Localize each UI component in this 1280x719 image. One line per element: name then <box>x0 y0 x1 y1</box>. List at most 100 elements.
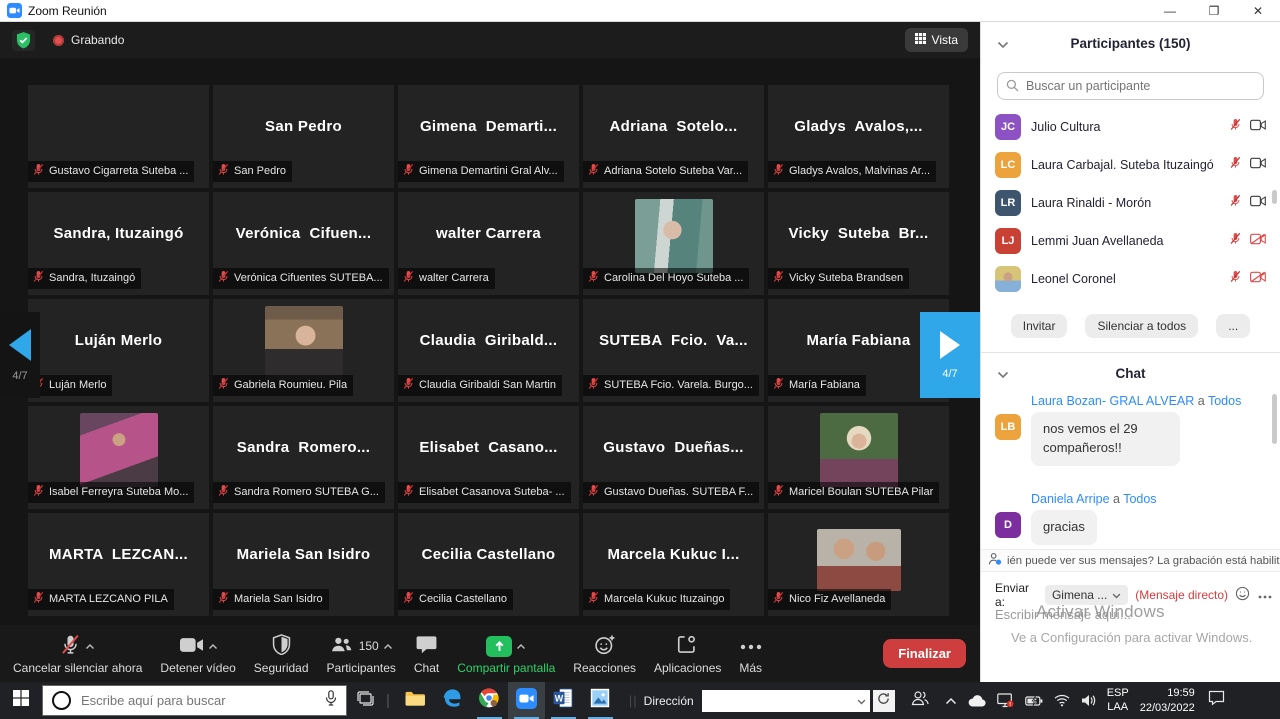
toolbar-button-seguridad[interactable]: Seguridad <box>245 625 318 682</box>
participant-tile[interactable]: Isabel Ferreyra Suteba Mo... <box>28 406 209 509</box>
message-recipient[interactable]: Todos <box>1123 492 1156 506</box>
participant-tile[interactable]: Gustavo Cigarreta Suteba ... <box>28 85 209 188</box>
view-button[interactable]: Vista <box>905 28 968 52</box>
participant-list-item[interactable]: LR Laura Rinaldi - Morón <box>981 184 1280 222</box>
participant-tile[interactable]: Cecilia Castellano Cecilia Castellano <box>398 513 579 616</box>
participant-tile[interactable]: Gustavo Dueñas... Gustavo Dueñas. SUTEBA… <box>583 406 764 509</box>
chevron-up-icon[interactable] <box>85 639 95 653</box>
mic-muted-icon <box>1229 232 1242 250</box>
toolbar-button-aplicaciones[interactable]: Aplicaciones <box>645 625 730 682</box>
participant-name-text: SUTEBA Fcio. Varela. Burgo... <box>604 379 753 391</box>
task-view-button[interactable] <box>347 682 383 719</box>
display-alert-icon[interactable]: ! <box>997 693 1014 708</box>
participant-name-text: Gimena Demartini Gral Alv... <box>419 165 558 177</box>
mic-muted-icon <box>587 270 600 286</box>
chevron-up-icon[interactable] <box>208 639 218 653</box>
chevron-down-icon[interactable] <box>857 692 866 710</box>
recipient-dropdown[interactable]: Gimena ... <box>1045 585 1128 605</box>
taskbar-app-zoomapp[interactable] <box>508 682 545 719</box>
chevron-up-icon[interactable] <box>945 697 957 705</box>
recording-dot-icon <box>53 35 64 46</box>
participant-tile[interactable]: Gimena Demarti... Gimena Demartini Gral … <box>398 85 579 188</box>
previous-page-button[interactable]: 4/7 <box>0 312 40 398</box>
next-page-button[interactable]: 4/7 <box>920 312 980 398</box>
participant-tile[interactable]: Elisabet Casano... Elisabet Casanova Sut… <box>398 406 579 509</box>
participant-tile[interactable]: Claudia Giribald... Claudia Giribaldi Sa… <box>398 299 579 402</box>
participant-tile[interactable]: Gabriela Roumieu. Pila <box>213 299 394 402</box>
participant-tile[interactable]: SUTEBA Fcio. Va... SUTEBA Fcio. Varela. … <box>583 299 764 402</box>
taskbar-app-word[interactable]: W <box>545 682 582 719</box>
cloud-icon[interactable] <box>968 695 986 707</box>
participant-name-label: Marcela Kukuc Ituzaingo <box>583 589 730 610</box>
participant-list-item[interactable]: LJ Lemmi Juan Avellaneda <box>981 222 1280 260</box>
message-sender[interactable]: Laura Bozan- GRAL ALVEAR <box>1031 394 1194 408</box>
chevron-down-icon[interactable] <box>997 367 1009 382</box>
action-center-button[interactable] <box>1199 682 1235 719</box>
participant-list-item[interactable]: JC Julio Cultura <box>981 108 1280 146</box>
participant-tile[interactable]: Maricel Boulan SUTEBA Pilar <box>768 406 949 509</box>
participant-tile[interactable]: Verónica Cifuen... Verónica Cifuentes SU… <box>213 192 394 295</box>
toolbar-button-participantes[interactable]: 150 Participantes <box>318 625 405 682</box>
speaker-icon[interactable] <box>1081 694 1097 707</box>
people-button[interactable] <box>903 682 937 719</box>
folder-icon <box>404 690 426 712</box>
taskbar-app-photos[interactable] <box>582 682 619 719</box>
participant-search-input[interactable] <box>997 72 1264 100</box>
toolbar-button-cancelar-silenciar-ahora[interactable]: Cancelar silenciar ahora <box>4 625 151 682</box>
participant-tile[interactable]: Sandra Romero... Sandra Romero SUTEBA G.… <box>213 406 394 509</box>
address-input[interactable] <box>702 690 870 712</box>
taskbar-search-input[interactable] <box>79 692 317 709</box>
participant-tile[interactable]: Adriana Sotelo... Adriana Sotelo Suteba … <box>583 85 764 188</box>
taskbar-clock[interactable]: 19:59 22/03/2022 <box>1140 686 1195 715</box>
toolbar-button-detener-v-deo[interactable]: Detener vídeo <box>151 625 244 682</box>
message-sender[interactable]: Daniela Arripe <box>1031 492 1110 506</box>
emoji-icon[interactable] <box>1235 586 1250 604</box>
microphone-icon[interactable] <box>325 690 337 711</box>
participant-tile[interactable]: Marcela Kukuc I... Marcela Kukuc Ituzain… <box>583 513 764 616</box>
refresh-button[interactable] <box>873 690 895 712</box>
battery-icon[interactable] <box>1025 696 1043 706</box>
participant-tile[interactable]: San Pedro San Pedro <box>213 85 394 188</box>
participant-tile[interactable]: MARTA LEZCAN... MARTA LEZCANO PILA <box>28 513 209 616</box>
close-button[interactable]: ✕ <box>1236 0 1280 21</box>
arrow-right-icon <box>940 331 960 359</box>
participant-name-label: San Pedro <box>213 161 292 182</box>
toolbar-button-chat[interactable]: Chat <box>405 625 448 682</box>
participant-tile[interactable]: walter Carrera walter Carrera <box>398 192 579 295</box>
minimize-button[interactable]: — <box>1148 0 1192 21</box>
maximize-button[interactable]: ❐ <box>1192 0 1236 21</box>
chevron-down-icon[interactable] <box>997 37 1009 52</box>
chevron-up-icon[interactable] <box>383 639 393 653</box>
participant-tile[interactable]: Nico Fiz Avellaneda <box>768 513 949 616</box>
toolbar-button-m-s[interactable]: Más <box>730 625 771 682</box>
language-indicator[interactable]: ESP LAA <box>1107 687 1129 715</box>
participant-tile[interactable]: Sandra, Ituzaingó Sandra, Ituzaingó <box>28 192 209 295</box>
message-recipient[interactable]: Todos <box>1208 394 1241 408</box>
chevron-up-icon[interactable] <box>516 639 526 653</box>
taskbar-app-chrome[interactable] <box>471 682 508 719</box>
chat-scrollbar[interactable] <box>1272 394 1277 444</box>
wifi-icon[interactable] <box>1054 694 1070 707</box>
participant-tile[interactable]: Vicky Suteba Br... Vicky Suteba Brandsen <box>768 192 949 295</box>
participant-tile[interactable]: Luján Merlo Luján Merlo <box>28 299 209 402</box>
chat-message-input[interactable]: Escribir mensaje aquí... <box>995 607 1131 622</box>
more-options-icon[interactable] <box>1258 588 1272 602</box>
participant-list-item[interactable]: Leonel Coronel <box>981 260 1280 298</box>
start-button[interactable] <box>0 682 42 719</box>
taskbar-app-edge[interactable] <box>434 682 471 719</box>
mute-all-button[interactable]: Silenciar a todos <box>1085 314 1198 338</box>
participants-scrollbar[interactable] <box>1272 190 1277 204</box>
security-shield-icon[interactable] <box>12 30 35 51</box>
participant-tile[interactable]: Gladys Avalos,... Gladys Avalos, Malvina… <box>768 85 949 188</box>
end-meeting-button[interactable]: Finalizar <box>883 639 966 668</box>
toolbar-button-reacciones[interactable]: Reacciones <box>564 625 645 682</box>
toolbar-button-compartir-pantalla[interactable]: Compartir pantalla <box>448 625 564 682</box>
participant-tile[interactable]: Carolina Del Hoyo Suteba ... <box>583 192 764 295</box>
mic-muted-icon <box>217 591 230 607</box>
participant-list-item[interactable]: LC Laura Carbajal. Suteba Ituzaingó <box>981 146 1280 184</box>
mic-muted-icon <box>587 163 600 179</box>
participant-tile[interactable]: Mariela San Isidro Mariela San Isidro <box>213 513 394 616</box>
invite-button[interactable]: Invitar <box>1011 314 1068 338</box>
taskbar-app-folder[interactable] <box>397 682 434 719</box>
more-actions-button[interactable]: ... <box>1216 314 1250 338</box>
